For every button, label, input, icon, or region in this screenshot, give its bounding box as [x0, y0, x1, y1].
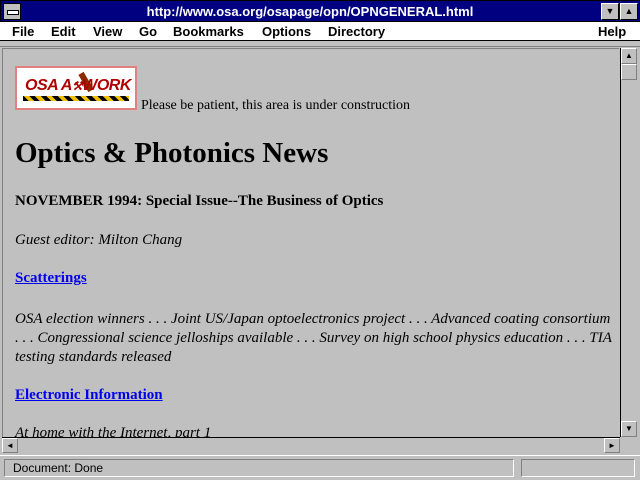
status-bar: Document: Done	[0, 455, 640, 480]
issue-heading: NOVEMBER 1994: Special Issue--The Busine…	[15, 193, 384, 209]
menu-bookmarks[interactable]: Bookmarks	[173, 23, 244, 40]
menu-help-label: Help	[598, 24, 627, 39]
menu-view-label: View	[93, 24, 123, 39]
logo-text: OSA A⚒WORK	[25, 77, 131, 94]
maximize-button[interactable]: ▲	[620, 3, 638, 20]
menu-view[interactable]: View	[93, 23, 122, 40]
menu-help[interactable]: Help	[598, 23, 626, 40]
window-title: http://www.osa.org/osapage/opn/OPNGENERA…	[146, 4, 474, 19]
scroll-up-button[interactable]: ▲	[621, 48, 637, 64]
page-title: Optics & Photonics News	[15, 137, 329, 169]
hazard-stripe	[23, 96, 129, 101]
document-view: OSA A⚒WORK Please be patient, this area …	[2, 48, 619, 437]
scroll-down-button[interactable]: ▼	[621, 421, 637, 437]
vertical-scroll-thumb[interactable]	[621, 64, 637, 80]
menu-options-label: Options	[262, 24, 312, 39]
scroll-right-button[interactable]: ►	[604, 438, 620, 453]
menu-file[interactable]: File	[12, 23, 34, 40]
electronic-information-link[interactable]: Electronic Information	[15, 387, 163, 404]
menu-options[interactable]: Options	[262, 23, 311, 40]
menu-go-label: Go	[139, 24, 158, 39]
title-bar: http://www.osa.org/osapage/opn/OPNGENERA…	[0, 0, 640, 22]
horizontal-scrollbar[interactable]: ◄ ►	[2, 437, 620, 453]
minimize-button[interactable]: ▼	[601, 3, 619, 20]
vertical-scrollbar[interactable]: ▲ ▼	[620, 48, 637, 437]
menu-go[interactable]: Go	[139, 23, 157, 40]
electronic-information-description: At home with the Internet, part 1	[15, 425, 212, 437]
menu-directory-label: Directory	[328, 24, 386, 39]
status-text: Document: Done	[4, 459, 514, 477]
scatterings-link[interactable]: Scatterings	[15, 270, 87, 287]
menu-edit[interactable]: Edit	[51, 23, 76, 40]
osa-at-work-logo: OSA A⚒WORK	[15, 66, 137, 110]
patience-note: Please be patient, this area is under co…	[141, 98, 411, 113]
vertical-scroll-track[interactable]	[621, 80, 637, 421]
menu-bookmarks-label: Bookmarks	[173, 24, 244, 39]
menu-bar: File Edit View Go Bookmarks Options Dire…	[0, 22, 640, 41]
toolbar-strip	[0, 42, 640, 47]
menu-directory[interactable]: Directory	[328, 23, 385, 40]
menu-edit-label: Edit	[51, 24, 76, 39]
progress-indicator	[521, 459, 635, 477]
guest-editor: Guest editor: Milton Chang	[15, 232, 183, 248]
scroll-left-button[interactable]: ◄	[2, 438, 18, 453]
menu-file-label: File	[12, 24, 35, 39]
scatterings-description: OSA election winners . . . Joint US/Japa…	[15, 311, 612, 365]
system-menu-icon[interactable]	[3, 3, 21, 20]
